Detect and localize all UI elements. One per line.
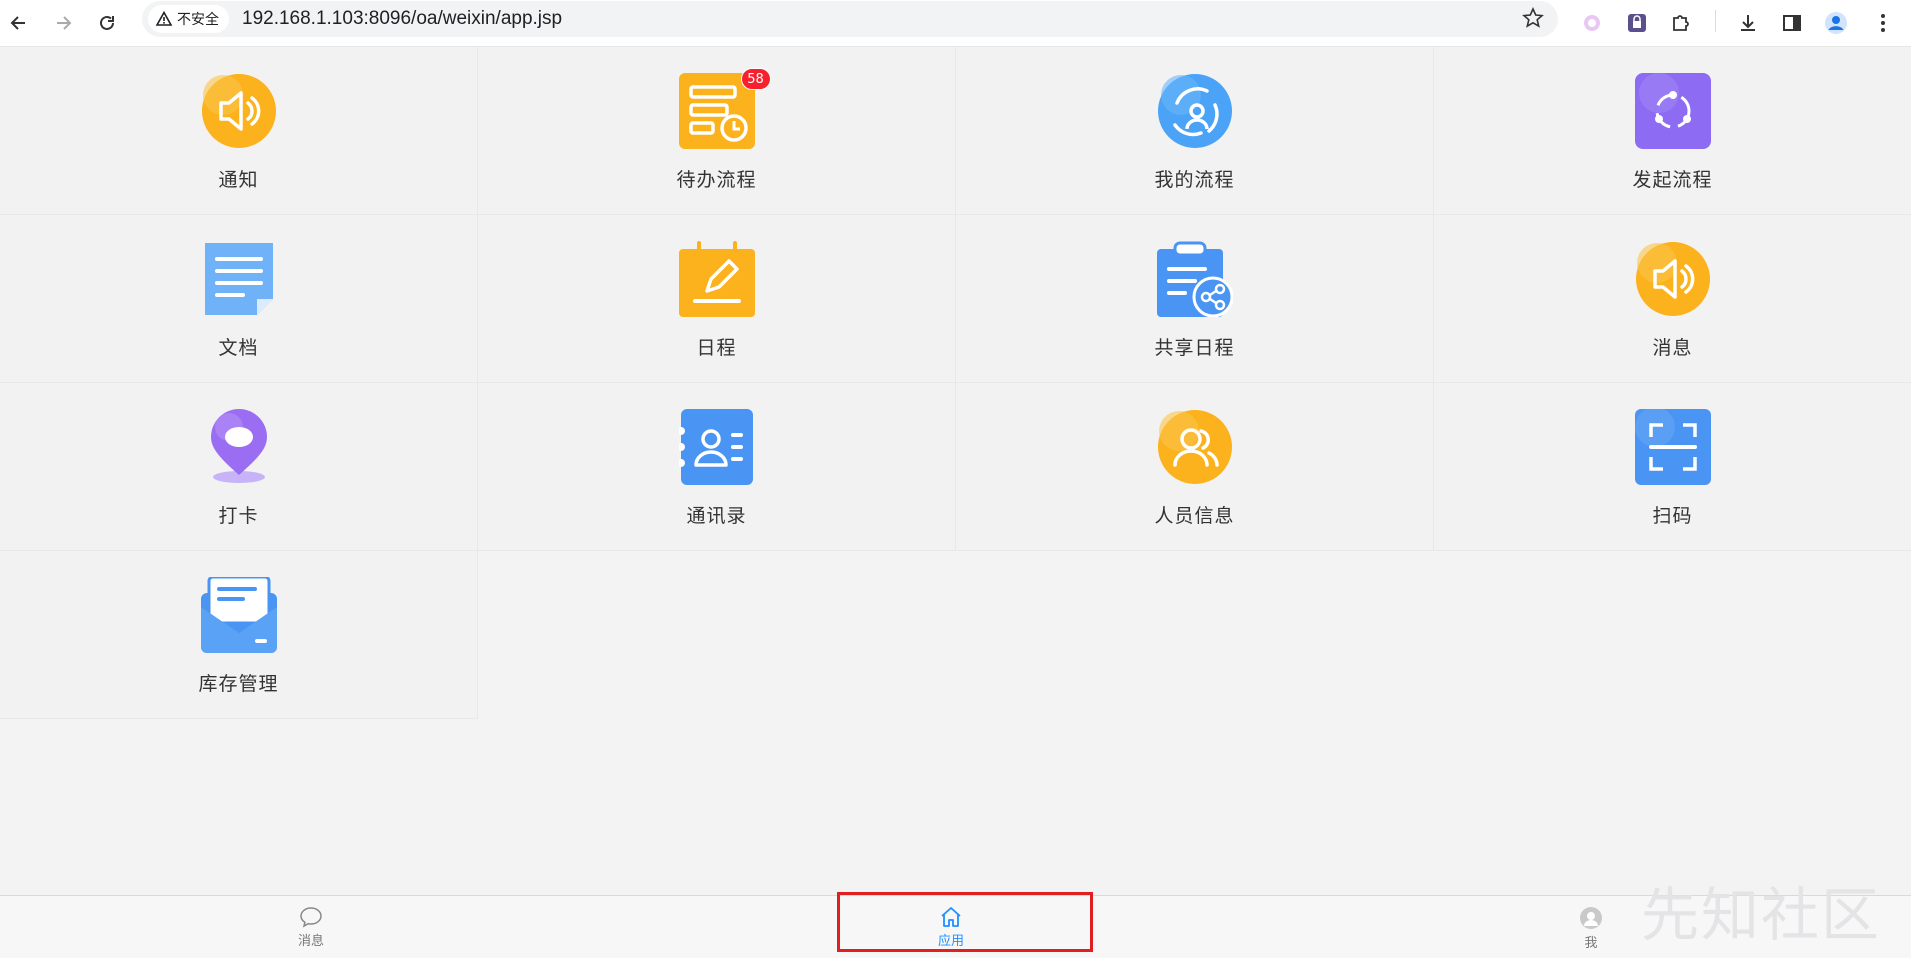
bookmark-star-button[interactable] bbox=[1522, 7, 1544, 33]
forward-button[interactable] bbox=[46, 6, 80, 40]
download-icon bbox=[1741, 15, 1755, 31]
my-flow-icon bbox=[1157, 73, 1233, 149]
app-label: 日程 bbox=[696, 337, 737, 359]
grid-filler bbox=[956, 551, 1434, 719]
app-label: 文档 bbox=[218, 337, 259, 359]
app-tile-schedule[interactable]: 日程 bbox=[478, 215, 956, 383]
back-button[interactable] bbox=[2, 6, 36, 40]
app-tile-shared-schedule[interactable]: 共享日程 bbox=[956, 215, 1434, 383]
app-tile-notice[interactable]: 通知 bbox=[0, 47, 478, 215]
url-text[interactable]: 192.168.1.103:8096/oa/weixin/app.jsp bbox=[242, 1, 562, 37]
tab-label: 消息 bbox=[297, 934, 324, 949]
app-tile-todo-flow[interactable]: 58 待办流程 bbox=[478, 47, 956, 215]
kebab-menu-icon bbox=[1881, 14, 1885, 32]
message-speaker-icon bbox=[1635, 241, 1711, 317]
annotation-highlight-box bbox=[837, 892, 1093, 952]
warning-icon bbox=[156, 11, 172, 26]
app-label: 通讯录 bbox=[686, 505, 747, 527]
start-flow-icon bbox=[1634, 73, 1711, 149]
app-grid: 通知 58 待办流程 我的流程 发起流程 文档 日程 共享日程 消息 打卡 通讯… bbox=[0, 47, 1911, 719]
shared-schedule-icon bbox=[1156, 241, 1233, 318]
app-label: 消息 bbox=[1652, 337, 1693, 359]
app-tile-inventory[interactable]: 库存管理 bbox=[0, 551, 478, 719]
chat-bubble-icon bbox=[300, 907, 322, 928]
tab-label: 我 bbox=[1584, 936, 1598, 951]
star-icon bbox=[1522, 7, 1544, 28]
reload-button[interactable] bbox=[90, 6, 124, 40]
browser-menu-button[interactable] bbox=[1866, 6, 1900, 40]
extension-button[interactable] bbox=[1575, 6, 1609, 40]
app-label: 发起流程 bbox=[1632, 169, 1713, 191]
side-panel-button[interactable] bbox=[1775, 6, 1809, 40]
reload-icon bbox=[100, 15, 114, 30]
circle-extension-icon bbox=[1584, 15, 1600, 31]
unread-badge: 58 bbox=[740, 68, 771, 90]
app-tile-my-flow[interactable]: 我的流程 bbox=[956, 47, 1434, 215]
app-tile-message[interactable]: 消息 bbox=[1434, 215, 1911, 383]
tab-messages[interactable]: 消息 bbox=[271, 906, 351, 949]
tab-me[interactable]: 我 bbox=[1551, 906, 1631, 951]
toolbar-divider bbox=[1715, 10, 1716, 32]
speaker-icon bbox=[201, 73, 277, 149]
app-tile-contacts[interactable]: 通讯录 bbox=[478, 383, 956, 551]
lock-extension-icon bbox=[1628, 14, 1646, 32]
app-label: 扫码 bbox=[1652, 505, 1693, 527]
downloads-button[interactable] bbox=[1731, 6, 1765, 40]
security-label: 不安全 bbox=[177, 12, 219, 28]
app-tile-start-flow[interactable]: 发起流程 bbox=[1434, 47, 1911, 215]
app-tile-check-in[interactable]: 打卡 bbox=[0, 383, 478, 551]
browser-toolbar: 不安全 192.168.1.103:8096/oa/weixin/app.jsp bbox=[0, 0, 1911, 47]
inventory-icon bbox=[200, 575, 277, 653]
check-in-location-icon bbox=[201, 409, 277, 485]
extensions-menu-button[interactable] bbox=[1664, 6, 1698, 40]
app-label: 打卡 bbox=[218, 505, 259, 527]
puzzle-icon bbox=[1673, 15, 1689, 31]
arrow-right-icon bbox=[57, 16, 72, 30]
extension-button[interactable] bbox=[1620, 6, 1654, 40]
app-label: 人员信息 bbox=[1154, 505, 1235, 527]
app-label: 通知 bbox=[218, 169, 259, 191]
todo-flow-icon: 58 bbox=[678, 68, 771, 149]
grid-filler bbox=[478, 551, 956, 719]
app-tile-people-info[interactable]: 人员信息 bbox=[956, 383, 1434, 551]
app-label: 我的流程 bbox=[1154, 169, 1235, 191]
profile-avatar-icon bbox=[1825, 12, 1847, 34]
user-avatar-icon bbox=[1580, 907, 1602, 929]
people-info-icon bbox=[1157, 409, 1233, 485]
app-tile-scan-code[interactable]: 扫码 bbox=[1434, 383, 1911, 551]
app-tile-document[interactable]: 文档 bbox=[0, 215, 478, 383]
arrow-left-icon bbox=[10, 16, 25, 30]
app-label: 库存管理 bbox=[198, 673, 279, 695]
profile-button[interactable] bbox=[1819, 6, 1853, 40]
address-bar[interactable]: 不安全 192.168.1.103:8096/oa/weixin/app.jsp bbox=[142, 1, 1558, 37]
side-panel-icon bbox=[1783, 15, 1801, 31]
app-label: 共享日程 bbox=[1154, 337, 1235, 359]
document-icon bbox=[201, 241, 277, 317]
scan-code-icon bbox=[1634, 407, 1711, 485]
schedule-icon bbox=[678, 241, 755, 317]
security-chip[interactable]: 不安全 bbox=[148, 5, 229, 33]
grid-filler bbox=[1434, 551, 1911, 719]
contacts-icon bbox=[676, 409, 755, 485]
app-label: 待办流程 bbox=[676, 169, 757, 191]
